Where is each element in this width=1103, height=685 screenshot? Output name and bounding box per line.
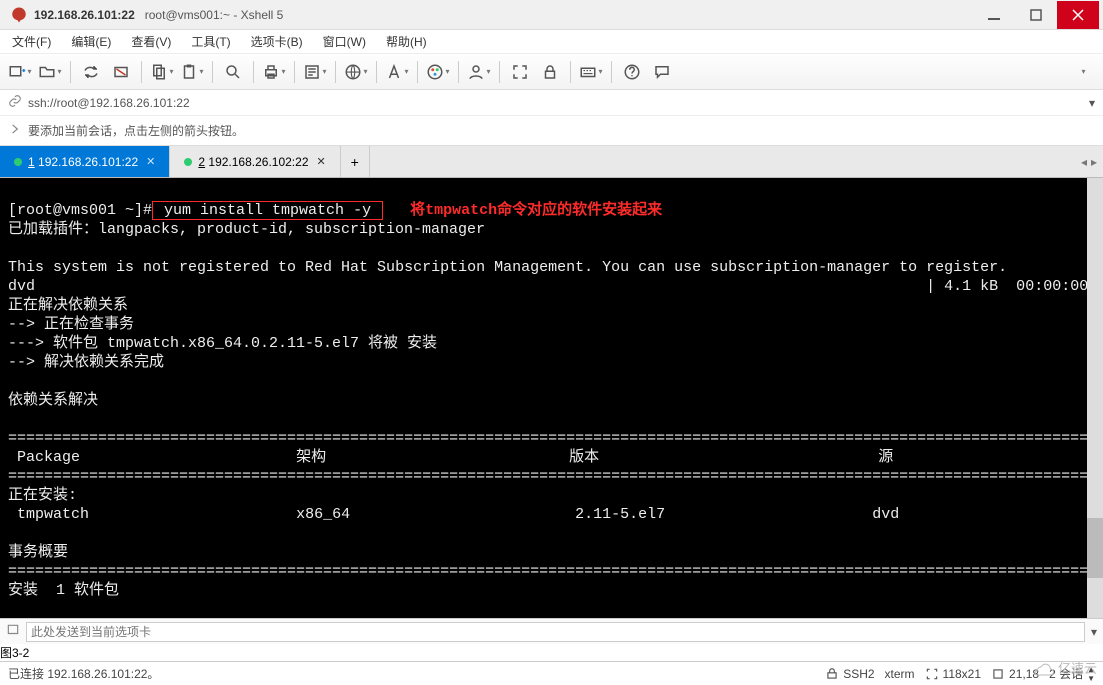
col-arch: 架构: [296, 449, 326, 466]
address-bar: ssh://root@192.168.26.101:22 ▾: [0, 90, 1103, 116]
comment-button[interactable]: [648, 58, 676, 86]
term-line: ---> 软件包 tmpwatch.x86_64.0.2.11-5.el7 将被…: [8, 335, 437, 352]
properties-button[interactable]: [301, 58, 329, 86]
status-size: 118x21: [925, 667, 981, 681]
disconnect-button[interactable]: [107, 58, 135, 86]
status-dot-icon: [14, 158, 22, 166]
tab-label: 192.168.26.101:22: [38, 155, 138, 169]
paste-button[interactable]: [178, 58, 206, 86]
session-tab-1[interactable]: 1 192.168.26.101:22 ✕: [0, 146, 170, 177]
hint-text: 要添加当前会话，点击左侧的箭头按钮。: [28, 122, 244, 139]
copy-button[interactable]: [148, 58, 176, 86]
add-session-arrow-icon[interactable]: [8, 122, 22, 139]
font-button[interactable]: [383, 58, 411, 86]
user-button[interactable]: [465, 58, 493, 86]
term-line: 正在安装:: [8, 487, 77, 504]
term-line: 已加载插件：langpacks, product-id, subscriptio…: [8, 221, 485, 238]
status-termtype: xterm: [885, 667, 915, 681]
lock-button[interactable]: [536, 58, 564, 86]
reconnect-button[interactable]: [77, 58, 105, 86]
term-line: 安装 1 软件包: [8, 582, 119, 599]
send-command-bar: ▾: [0, 618, 1103, 644]
annotation-text: 将tmpwatch命令对应的软件安装起来: [410, 202, 662, 219]
status-bar: 已连接 192.168.26.101:22。 SSH2 xterm 118x21…: [0, 661, 1103, 685]
term-line: 依赖关系解决: [8, 392, 98, 409]
session-tab-2[interactable]: 2 192.168.26.102:22 ✕: [170, 146, 340, 177]
toolbar-overflow[interactable]: [1069, 58, 1097, 86]
help-icon-button[interactable]: [618, 58, 646, 86]
tab-next-icon[interactable]: ▸: [1091, 155, 1097, 169]
cell-ver: 2.11-5.el7: [575, 506, 665, 523]
color-button[interactable]: [424, 58, 452, 86]
prompt: [root@vms001 ~]#: [8, 202, 152, 219]
menu-view[interactable]: 查看(V): [127, 33, 175, 50]
tab-index: 2: [198, 155, 205, 169]
keyboard-button[interactable]: [577, 58, 605, 86]
send-command-input[interactable]: [26, 622, 1085, 642]
figure-label-overlay: 图3-2: [0, 646, 29, 660]
col-package: Package: [8, 449, 80, 466]
term-line: 正在解决依赖关系: [8, 297, 128, 314]
fullscreen-button[interactable]: [506, 58, 534, 86]
new-session-button[interactable]: [6, 58, 34, 86]
term-rule: ========================================…: [8, 468, 1103, 485]
status-connection: 已连接 192.168.26.101:22。: [8, 665, 159, 682]
menu-tools[interactable]: 工具(T): [187, 33, 234, 50]
title-bar: 192.168.26.101:22 root@vms001:~ - Xshell…: [0, 0, 1103, 30]
tab-label: 192.168.26.102:22: [208, 155, 308, 169]
print-button[interactable]: [260, 58, 288, 86]
maximize-button[interactable]: [1015, 1, 1057, 29]
terminal-output[interactable]: [root@vms001 ~]# yum install tmpwatch -y…: [0, 178, 1103, 618]
menu-window[interactable]: 窗口(W): [319, 33, 370, 50]
address-text[interactable]: ssh://root@192.168.26.101:22: [28, 96, 190, 110]
address-dropdown[interactable]: ▾: [1089, 96, 1095, 110]
status-protocol: SSH2: [825, 667, 874, 681]
col-ver: 版本: [569, 449, 599, 466]
send-icon[interactable]: [6, 623, 20, 640]
command-highlight: yum install tmpwatch -y: [152, 201, 383, 220]
toolbar: [0, 54, 1103, 90]
window-title: 192.168.26.101:22: [34, 8, 135, 22]
close-button[interactable]: [1057, 1, 1099, 29]
app-icon: [10, 6, 28, 24]
window-subtitle: root@vms001:~ - Xshell 5: [145, 8, 284, 22]
col-src: 源: [878, 449, 893, 466]
term-rule: ========================================…: [8, 430, 1103, 447]
term-line: --> 解决依赖关系完成: [8, 354, 164, 371]
term-line: | 4.1 kB 00:00:00: [926, 278, 1088, 295]
tab-nav: ◂ ▸: [1075, 146, 1103, 177]
term-rule: ========================================…: [8, 563, 1103, 580]
cell-arch: x86_64: [296, 506, 350, 523]
term-line: --> 正在检查事务: [8, 316, 134, 333]
watermark: 亿速云: [1030, 657, 1097, 677]
tab-close-icon[interactable]: ✕: [146, 155, 155, 168]
new-tab-button[interactable]: +: [341, 146, 370, 177]
find-button[interactable]: [219, 58, 247, 86]
status-dot-icon: [184, 158, 192, 166]
term-line: dvd: [8, 278, 35, 295]
menu-help[interactable]: 帮助(H): [382, 33, 431, 50]
cell-package: tmpwatch: [8, 506, 89, 523]
send-options-button[interactable]: ▾: [1091, 625, 1097, 639]
open-button[interactable]: [36, 58, 64, 86]
hint-bar: 要添加当前会话，点击左侧的箭头按钮。: [0, 116, 1103, 146]
menu-bar: 文件(F) 编辑(E) 查看(V) 工具(T) 选项卡(B) 窗口(W) 帮助(…: [0, 30, 1103, 54]
menu-edit[interactable]: 编辑(E): [67, 33, 115, 50]
session-tabstrip: 1 192.168.26.101:22 ✕ 2 192.168.26.102:2…: [0, 146, 1103, 178]
minimize-button[interactable]: [973, 1, 1015, 29]
term-line: 事务概要: [8, 544, 68, 561]
menu-tab[interactable]: 选项卡(B): [247, 33, 307, 50]
term-line: This system is not registered to Red Hat…: [8, 259, 1007, 276]
tab-close-icon[interactable]: ✕: [317, 155, 326, 168]
tab-prev-icon[interactable]: ◂: [1081, 155, 1087, 169]
cell-src: dvd: [872, 506, 899, 523]
link-icon: [8, 94, 22, 111]
globe-button[interactable]: [342, 58, 370, 86]
terminal-scrollbar[interactable]: [1087, 178, 1103, 618]
tab-index: 1: [28, 155, 35, 169]
menu-file[interactable]: 文件(F): [8, 33, 55, 50]
